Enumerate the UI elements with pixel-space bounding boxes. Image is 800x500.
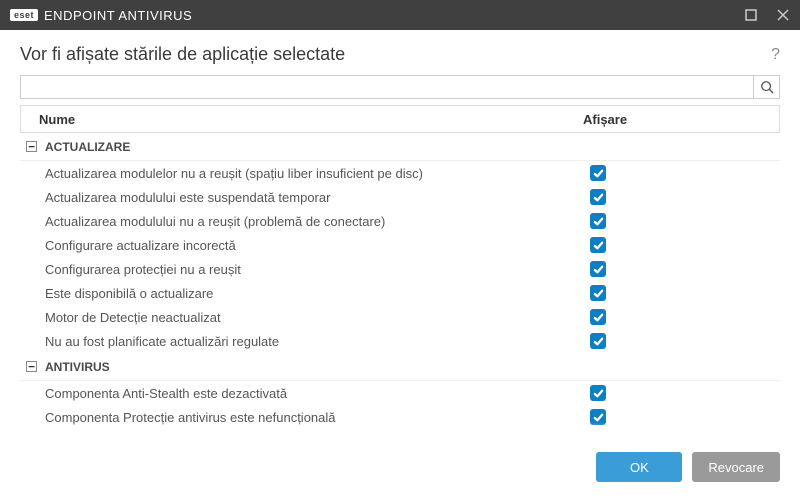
table: Nume Afișare −ACTUALIZAREActualizarea mo… <box>20 105 780 438</box>
footer: OK Revocare <box>0 438 800 500</box>
help-icon[interactable]: ? <box>771 46 780 64</box>
list-item: Nu au fost planificate actualizări regul… <box>20 329 780 353</box>
table-header: Nume Afișare <box>20 105 780 133</box>
group-label: ACTUALIZARE <box>45 140 130 154</box>
header: Vor fi afișate stările de aplicație sele… <box>0 30 800 75</box>
show-checkbox[interactable] <box>590 409 606 425</box>
close-icon[interactable] <box>776 8 790 22</box>
item-label: Componenta Protecție antivirus este nefu… <box>45 410 590 425</box>
table-body[interactable]: −ACTUALIZAREActualizarea modulelor nu a … <box>20 133 780 438</box>
list-item: Actualizarea modulului este suspendată t… <box>20 185 780 209</box>
group-row[interactable]: −ANTIVIRUS <box>20 353 780 381</box>
search-input[interactable] <box>20 75 754 99</box>
item-label: Actualizarea modulului nu a reușit (prob… <box>45 214 590 229</box>
show-checkbox[interactable] <box>590 237 606 253</box>
item-label: Actualizarea modulului este suspendată t… <box>45 190 590 205</box>
show-checkbox[interactable] <box>590 213 606 229</box>
item-label: Actualizarea modulelor nu a reușit (spaț… <box>45 166 590 181</box>
list-item: Actualizarea modulului nu a reușit (prob… <box>20 209 780 233</box>
item-label: Componenta Anti-Stealth este dezactivată <box>45 386 590 401</box>
brand-badge: eset <box>10 9 38 21</box>
collapse-icon[interactable]: − <box>26 141 37 152</box>
list-item: Componenta Protecție antivirus este nefu… <box>20 405 780 429</box>
titlebar: eset ENDPOINT ANTIVIRUS <box>0 0 800 30</box>
show-checkbox[interactable] <box>590 285 606 301</box>
cancel-button[interactable]: Revocare <box>692 452 780 482</box>
list-item: Motor de Detecție neactualizat <box>20 305 780 329</box>
show-checkbox[interactable] <box>590 333 606 349</box>
item-label: Configurare actualizare incorectă <box>45 238 590 253</box>
list-item: Configurarea protecției nu a reușit <box>20 257 780 281</box>
show-checkbox[interactable] <box>590 309 606 325</box>
window-controls <box>744 8 790 22</box>
list-item: Este disponibilă o actualizare <box>20 281 780 305</box>
group-row[interactable]: −ACTUALIZARE <box>20 133 780 161</box>
item-label: Nu au fost planificate actualizări regul… <box>45 334 590 349</box>
column-header-show[interactable]: Afișare <box>579 112 769 127</box>
item-label: Este disponibilă o actualizare <box>45 286 590 301</box>
column-header-name[interactable]: Nume <box>21 112 579 127</box>
list-item: Componenta Anti-Stealth este dezactivată <box>20 381 780 405</box>
show-checkbox[interactable] <box>590 261 606 277</box>
maximize-icon[interactable] <box>744 8 758 22</box>
search-row <box>0 75 800 105</box>
item-label: Configurarea protecției nu a reușit <box>45 262 590 277</box>
list-item: Actualizarea modulelor nu a reușit (spaț… <box>20 161 780 185</box>
search-button[interactable] <box>754 75 780 99</box>
item-label: Motor de Detecție neactualizat <box>45 310 590 325</box>
page-title: Vor fi afișate stările de aplicație sele… <box>20 44 345 65</box>
show-checkbox[interactable] <box>590 189 606 205</box>
list-item: Configurare actualizare incorectă <box>20 233 780 257</box>
app-title: ENDPOINT ANTIVIRUS <box>44 8 192 23</box>
search-icon <box>760 80 774 94</box>
show-checkbox[interactable] <box>590 385 606 401</box>
group-label: ANTIVIRUS <box>45 360 110 374</box>
collapse-icon[interactable]: − <box>26 361 37 372</box>
show-checkbox[interactable] <box>590 165 606 181</box>
ok-button[interactable]: OK <box>596 452 682 482</box>
